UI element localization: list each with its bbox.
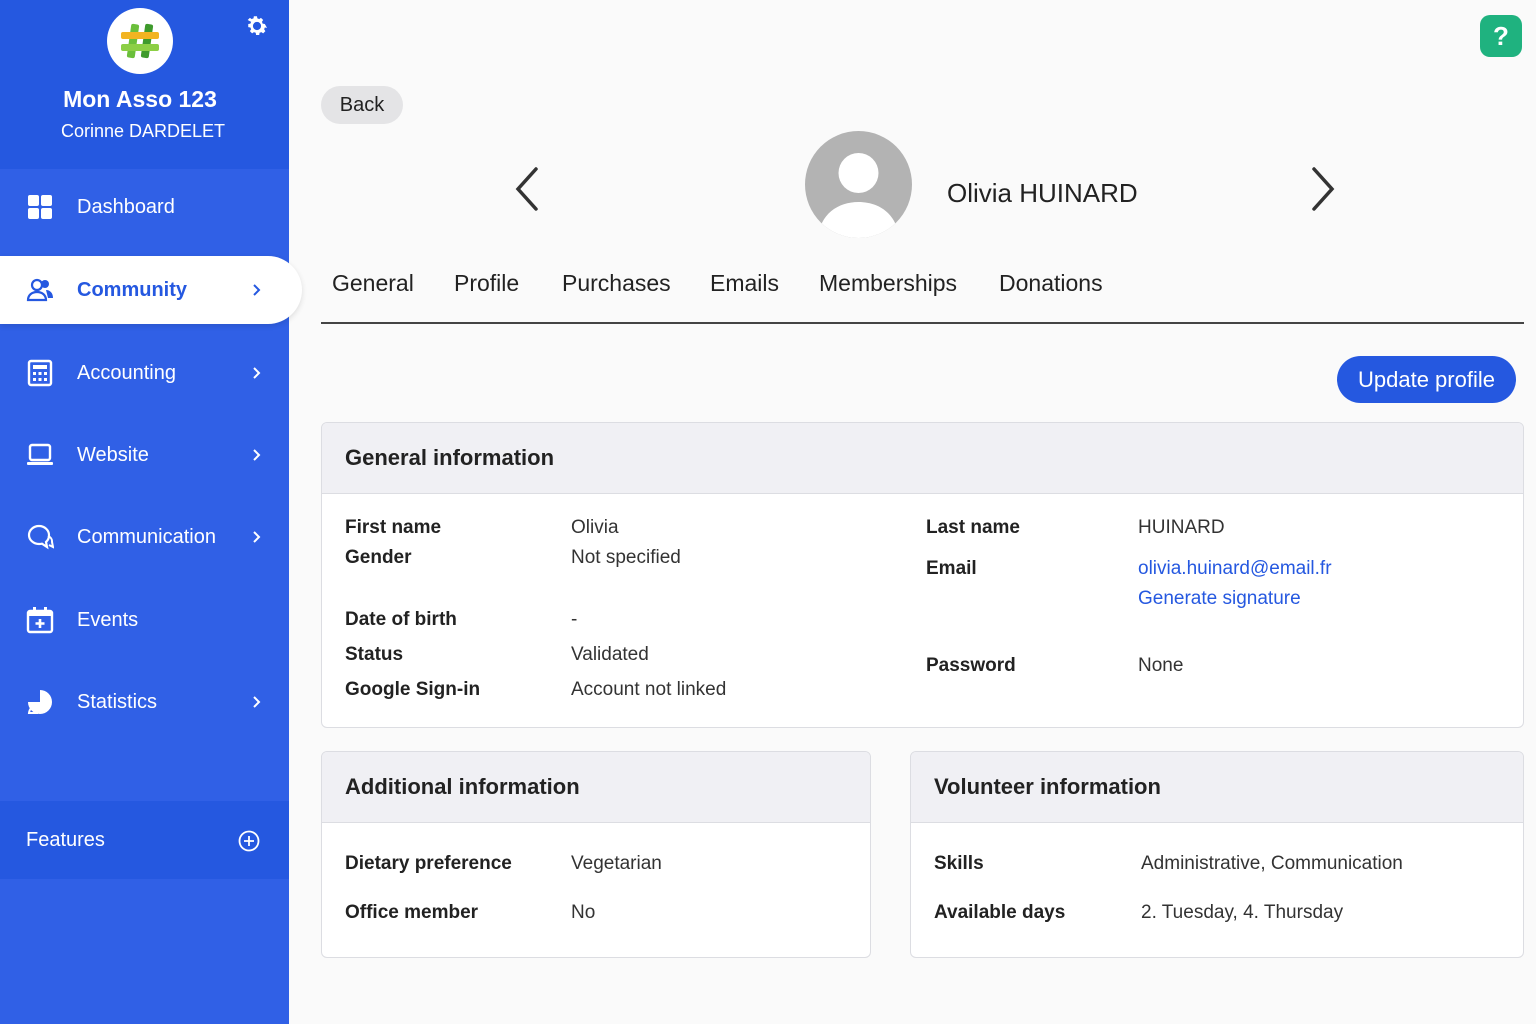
email-label: Email xyxy=(926,558,977,579)
tab-general[interactable]: General xyxy=(332,270,414,297)
profile-tabs: General Profile Purchases Emails Members… xyxy=(321,262,1524,324)
google-signin-label: Google Sign-in xyxy=(345,679,481,700)
sidebar-item-community[interactable]: Community xyxy=(0,256,302,324)
calculator-icon xyxy=(27,359,53,387)
avatar xyxy=(805,131,912,238)
org-logo[interactable] xyxy=(107,8,173,74)
status-value: Validated xyxy=(571,644,649,665)
sidebar-item-label: Communication xyxy=(77,525,216,548)
generate-signature-link[interactable]: Generate signature xyxy=(1138,588,1301,610)
card-title: General information xyxy=(345,445,555,470)
tab-donations[interactable]: Donations xyxy=(999,270,1103,297)
sidebar-item-website[interactable]: Website xyxy=(0,421,289,489)
dashboard-icon xyxy=(28,195,52,219)
dietary-preference-value: Vegetarian xyxy=(571,853,662,874)
sidebar-item-label: Statistics xyxy=(77,690,158,713)
previous-member-chevron-icon[interactable] xyxy=(508,164,548,214)
next-member-chevron-icon[interactable] xyxy=(1302,164,1342,214)
gender-value: Not specified xyxy=(571,547,681,568)
chevron-right-icon xyxy=(253,696,261,708)
gender-label: Gender xyxy=(345,547,412,568)
general-information-card: General information First name Olivia Ge… xyxy=(321,422,1524,728)
sidebar-item-label: Website xyxy=(77,443,149,466)
org-name: Mon Asso 123 xyxy=(63,86,217,112)
community-icon xyxy=(26,278,53,302)
sidebar: Mon Asso 123 Corinne DARDELET Dashboard … xyxy=(0,0,302,1024)
current-user-name: Corinne DARDELET xyxy=(60,121,226,141)
date-of-birth-label: Date of birth xyxy=(345,609,457,630)
sidebar-item-accounting[interactable]: Accounting xyxy=(0,339,289,407)
back-button[interactable]: Back xyxy=(321,86,403,124)
chevron-right-icon xyxy=(253,367,261,379)
settings-gear-icon[interactable] xyxy=(243,12,271,40)
member-name: Olivia HUINARD xyxy=(947,178,1138,208)
add-circle-icon[interactable] xyxy=(238,830,260,852)
tab-memberships[interactable]: Memberships xyxy=(819,270,957,297)
sidebar-header: Mon Asso 123 Corinne DARDELET xyxy=(0,0,289,169)
last-name-value: HUINARD xyxy=(1138,517,1225,538)
office-member-label: Office member xyxy=(345,902,479,923)
tab-purchases[interactable]: Purchases xyxy=(562,270,671,297)
last-name-label: Last name xyxy=(926,517,1020,538)
features-label: Features xyxy=(26,829,105,851)
sidebar-item-statistics[interactable]: Statistics xyxy=(0,668,289,736)
sidebar-item-communication[interactable]: Communication xyxy=(0,503,289,571)
password-value: None xyxy=(1138,655,1184,676)
laptop-icon xyxy=(27,443,53,465)
sidebar-item-dashboard[interactable]: Dashboard xyxy=(0,173,289,241)
update-profile-button[interactable]: Update profile xyxy=(1337,356,1516,403)
tab-emails[interactable]: Emails xyxy=(710,270,779,297)
features-section[interactable]: Features xyxy=(0,801,289,879)
tab-profile[interactable]: Profile xyxy=(454,270,519,297)
email-link[interactable]: olivia.huinard@email.fr xyxy=(1138,558,1332,580)
card-header: Volunteer information xyxy=(911,752,1523,823)
office-member-value: No xyxy=(571,902,596,923)
chevron-right-icon xyxy=(253,449,261,461)
password-label: Password xyxy=(926,655,1016,676)
card-header: General information xyxy=(322,423,1523,494)
hashtag-logo-icon xyxy=(121,23,159,59)
google-signin-value: Account not linked xyxy=(571,679,727,700)
volunteer-information-card: Volunteer information Skills Administrat… xyxy=(910,751,1524,958)
skills-label: Skills xyxy=(934,853,984,874)
card-title: Additional information xyxy=(345,774,580,799)
card-title: Volunteer information xyxy=(934,774,1161,799)
first-name-value: Olivia xyxy=(571,517,619,538)
chevron-right-icon xyxy=(253,284,261,296)
chevron-right-icon xyxy=(253,531,261,543)
first-name-label: First name xyxy=(345,517,442,538)
additional-information-card: Additional information Dietary preferenc… xyxy=(321,751,871,958)
calendar-icon xyxy=(26,607,54,634)
help-button[interactable]: ? xyxy=(1480,15,1522,57)
pie-chart-icon xyxy=(27,690,52,714)
sidebar-item-label: Events xyxy=(77,608,139,631)
status-label: Status xyxy=(345,644,404,665)
available-days-value: 2. Tuesday, 4. Thursday xyxy=(1141,902,1344,923)
chat-icon xyxy=(27,524,54,550)
sidebar-item-label: Dashboard xyxy=(77,195,175,218)
sidebar-item-events[interactable]: Events xyxy=(0,586,289,654)
sidebar-item-label: Community xyxy=(77,278,187,301)
available-days-label: Available days xyxy=(934,902,1066,923)
date-of-birth-value: - xyxy=(571,609,578,630)
dietary-preference-label: Dietary preference xyxy=(345,853,512,874)
sidebar-item-label: Accounting xyxy=(77,361,176,384)
card-header: Additional information xyxy=(322,752,870,823)
skills-value: Administrative, Communication xyxy=(1141,853,1403,874)
